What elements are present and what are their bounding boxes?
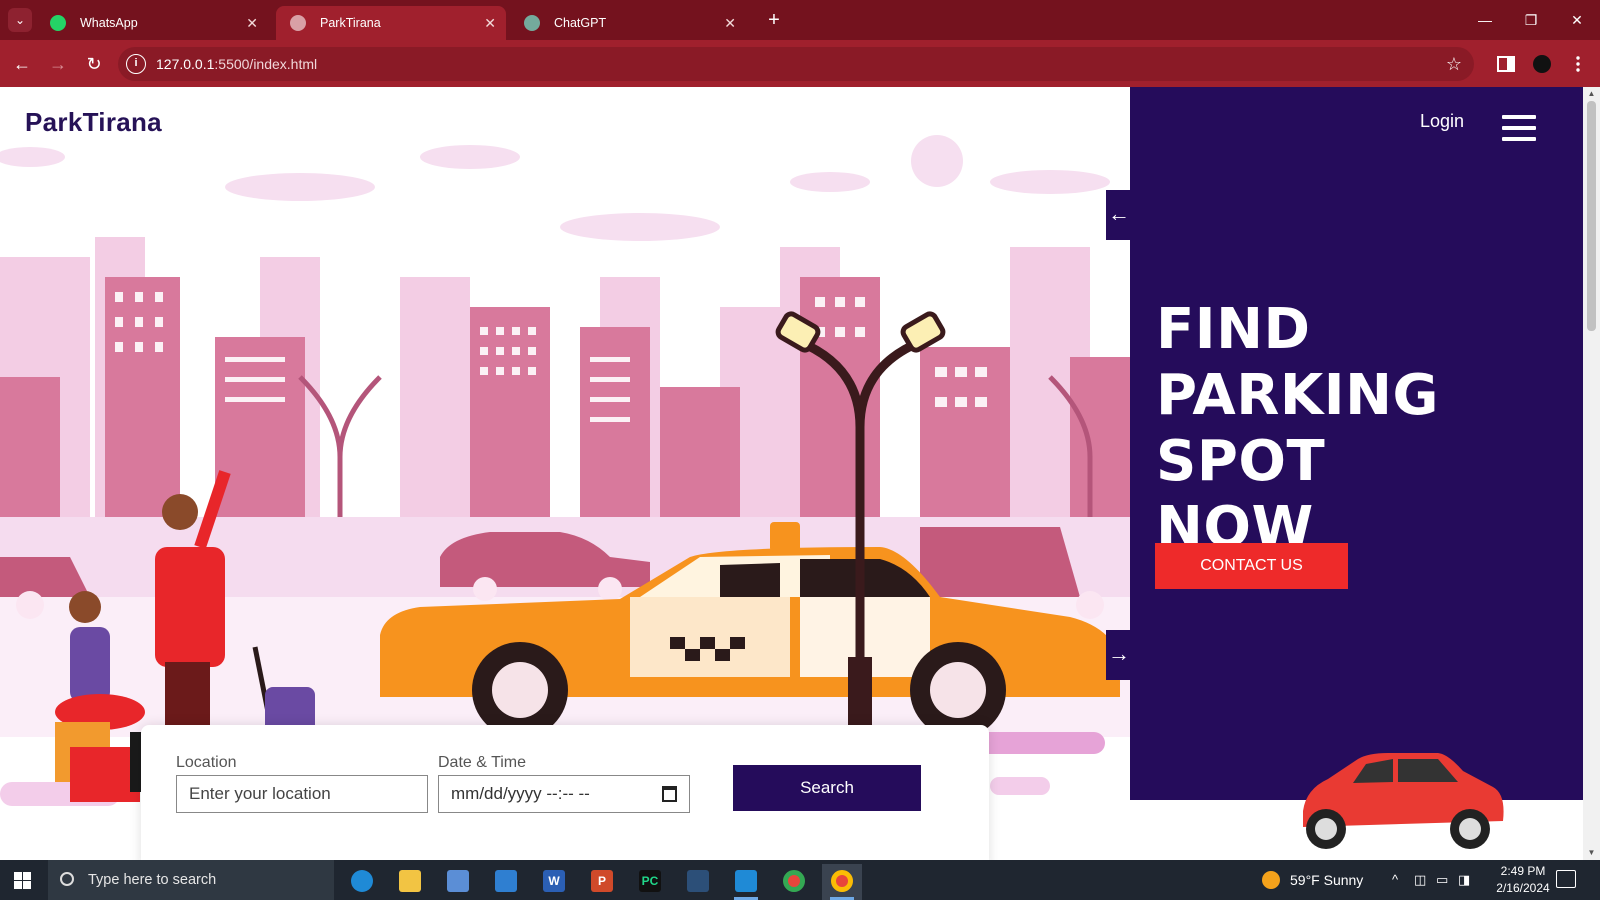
minimize-button[interactable]: — <box>1462 6 1508 34</box>
site-info-icon[interactable]: i <box>126 54 146 74</box>
meet-now-icon[interactable]: ◫ <box>1414 860 1426 900</box>
scroll-thumb[interactable] <box>1587 101 1596 331</box>
tab-whatsapp[interactable]: WhatsApp ✕ <box>36 6 268 40</box>
tab-search-button[interactable]: ⌄ <box>8 8 32 32</box>
bookmark-star-icon[interactable]: ☆ <box>1446 47 1462 81</box>
slider-prev-arrow-icon[interactable]: ← <box>1106 190 1132 240</box>
site-logo[interactable]: ParkTirana <box>25 107 162 138</box>
hamburger-menu-icon[interactable] <box>1502 115 1536 141</box>
side-panel-icon[interactable] <box>1496 54 1516 74</box>
page-scrollbar[interactable]: ▲ ▼ <box>1583 87 1600 860</box>
tab-title: ChatGPT <box>554 16 607 30</box>
file-explorer-icon[interactable] <box>390 864 430 900</box>
city-taxi-illustration <box>0 135 1130 806</box>
location-label: Location <box>176 754 237 771</box>
new-tab-button[interactable]: + <box>760 6 788 34</box>
taskbar-search-placeholder: Type here to search <box>88 872 217 888</box>
forward-button[interactable]: → <box>44 50 72 78</box>
notifications-icon[interactable] <box>1556 870 1576 888</box>
url-host: 127.0.0.1 <box>156 56 215 72</box>
chrome-profile-icon[interactable] <box>822 864 862 900</box>
red-car-illustration <box>1303 753 1504 849</box>
hero-title-line: SPOT <box>1156 429 1326 494</box>
close-tab-icon[interactable]: ✕ <box>724 6 736 40</box>
clock-time: 2:49 PM <box>1500 864 1546 878</box>
store-icon[interactable] <box>438 864 478 900</box>
chatgpt-icon <box>524 15 540 31</box>
page-viewport: ParkTirana Login FIND PARKING SPOT NOW C… <box>0 87 1583 860</box>
url-path: :5500/index.html <box>214 56 318 72</box>
search-button[interactable]: Search <box>733 765 921 811</box>
address-bar[interactable]: i 127.0.0.1:5500/index.html ☆ <box>118 47 1474 81</box>
tab-title: ParkTirana <box>320 16 381 30</box>
show-hidden-icons-chevron-icon[interactable]: ^ <box>1392 860 1398 900</box>
back-button[interactable]: ← <box>8 50 36 78</box>
contact-us-button[interactable]: CONTACT US <box>1155 543 1348 589</box>
globe-icon <box>290 15 306 31</box>
word-icon[interactable]: W <box>534 864 574 900</box>
datetime-label: Date & Time <box>438 754 527 771</box>
whatsapp-icon <box>50 15 66 31</box>
datetime-input[interactable]: mm/dd/yyyy --:-- -- <box>438 775 690 813</box>
slider-next-arrow-icon[interactable]: → <box>1106 630 1132 680</box>
chrome-icon[interactable] <box>774 864 814 900</box>
profile-avatar[interactable] <box>1532 54 1552 74</box>
datetime-value: mm/dd/yyyy --:-- -- <box>451 784 590 803</box>
hero-title: FIND PARKING SPOT NOW <box>1156 297 1576 561</box>
parking-search-card: Location Enter your location Date & Time… <box>141 725 989 860</box>
system-clock[interactable]: 2:49 PM 2/16/2024 <box>1478 863 1568 897</box>
login-link[interactable]: Login <box>1420 111 1464 132</box>
reload-button[interactable]: ↻ <box>80 50 108 78</box>
mail-icon[interactable] <box>486 864 526 900</box>
restore-button[interactable]: ❐ <box>1508 6 1554 34</box>
clock-date: 2/16/2024 <box>1496 881 1550 895</box>
browser-tab-strip: ⌄ WhatsApp ✕ ParkTirana ✕ ChatGPT ✕ + — … <box>0 0 1600 40</box>
tab-chatgpt[interactable]: ChatGPT ✕ <box>510 6 746 40</box>
url-text: 127.0.0.1:5500/index.html <box>156 47 317 81</box>
powerpoint-icon[interactable]: P <box>582 864 622 900</box>
close-tab-icon[interactable]: ✕ <box>246 6 258 40</box>
battery-icon[interactable]: ▭ <box>1436 860 1448 900</box>
location-input[interactable]: Enter your location <box>176 775 428 813</box>
calendar-icon[interactable] <box>662 786 677 802</box>
close-window-button[interactable]: ✕ <box>1554 6 1600 34</box>
edge-icon[interactable] <box>342 864 382 900</box>
weather-sun-icon[interactable] <box>1262 871 1280 889</box>
mysql-workbench-icon[interactable] <box>678 864 718 900</box>
browser-toolbar: ← → ↻ i 127.0.0.1:5500/index.html ☆ <box>0 40 1600 87</box>
location-placeholder: Enter your location <box>189 784 331 803</box>
menu-kebab-icon[interactable] <box>1568 54 1588 74</box>
hero-title-line: FIND PARKING <box>1156 297 1439 428</box>
tab-title: WhatsApp <box>80 16 138 30</box>
windows-taskbar: Type here to search W P PC 59°F Sunny ^ … <box>0 860 1600 900</box>
search-icon <box>60 872 74 886</box>
windows-start-icon[interactable] <box>14 872 31 889</box>
taskbar-search-box[interactable]: Type here to search <box>48 860 334 900</box>
tab-parktirana[interactable]: ParkTirana ✕ <box>276 6 506 40</box>
pycharm-icon[interactable]: PC <box>630 864 670 900</box>
network-icon[interactable]: ◨ <box>1458 860 1470 900</box>
scroll-down-icon[interactable]: ▼ <box>1583 846 1600 860</box>
vscode-icon[interactable] <box>726 864 766 900</box>
weather-text[interactable]: 59°F Sunny <box>1290 860 1363 900</box>
scroll-up-icon[interactable]: ▲ <box>1583 87 1600 101</box>
close-tab-icon[interactable]: ✕ <box>484 6 496 40</box>
